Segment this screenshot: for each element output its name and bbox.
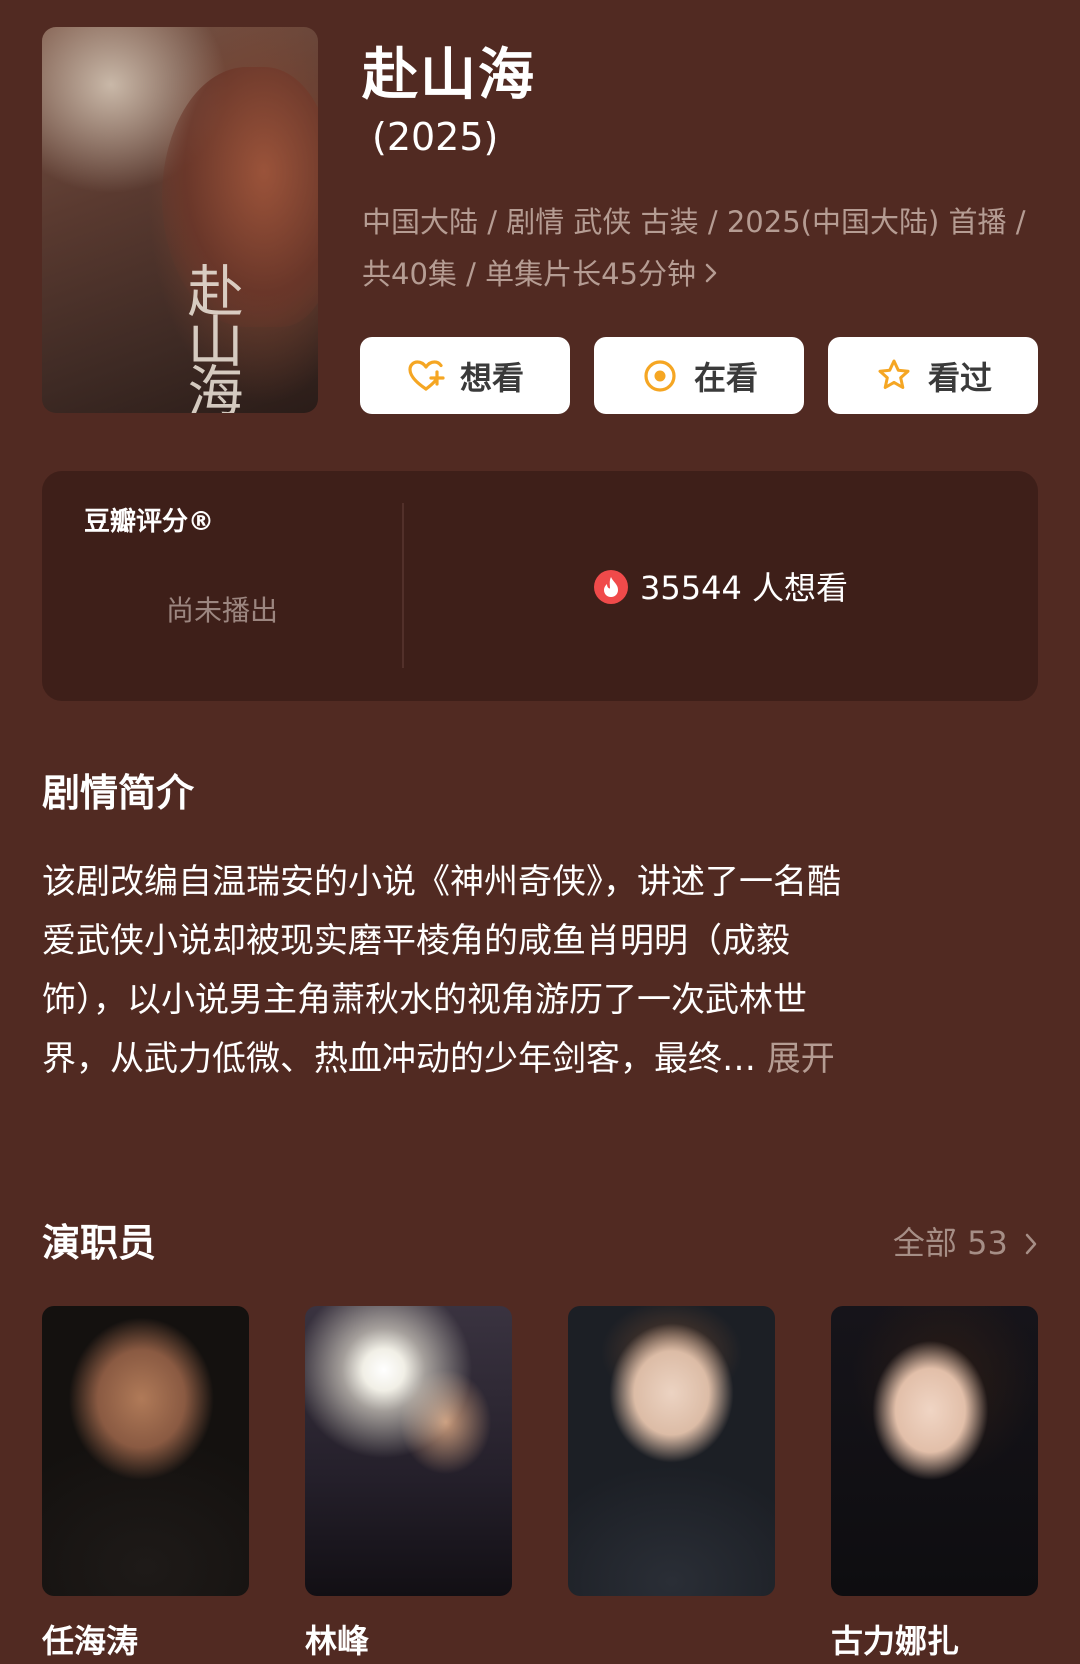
synopsis-text[interactable]: 该剧改编自温瑞安的小说《神州奇侠》，讲述了一名酷 爱武侠小说却被现实磨平棱角的咸…: [42, 853, 1022, 1089]
meta-line-2: 共40集 / 单集片长45分钟: [362, 257, 697, 291]
synopsis-line: 爱武侠小说却被现实磨平棱角的咸鱼肖明明（成毅: [42, 921, 790, 961]
chevron-right-icon: [1024, 1226, 1038, 1264]
want-to-watch-label: 想看: [459, 358, 524, 397]
cast-photo: [568, 1306, 775, 1596]
expand-link[interactable]: 展开: [756, 1039, 835, 1079]
watching-label: 在看: [693, 358, 758, 397]
cast-member[interactable]: [568, 1306, 775, 1616]
action-buttons: 想看 在看 看过: [360, 337, 1038, 414]
rating-status: 尚未播出: [165, 594, 278, 627]
cast-photo: [831, 1306, 1038, 1596]
watched-button[interactable]: 看过: [828, 337, 1038, 414]
poster-calligraphy: 赴山海: [178, 262, 243, 412]
target-circle-icon: [640, 356, 680, 396]
flame-icon: [594, 570, 628, 604]
douban-rating-label: 豆瓣评分®: [84, 507, 215, 537]
synopsis-line: 饰），以小说男主角萧秋水的视角游历了一次武林世: [42, 980, 807, 1020]
cast-photo: [305, 1306, 512, 1596]
cast-member[interactable]: 林峰: [305, 1306, 512, 1662]
cast-name: 任海涛: [42, 1622, 139, 1660]
cast-list: 任海涛 林峰 古力娜扎: [42, 1306, 1038, 1664]
meta-line-2-row: 共40集 / 单集片长45分钟: [362, 248, 1042, 302]
want-count[interactable]: 35544 人想看: [404, 563, 1038, 609]
rating-card: 豆瓣评分® 尚未播出 35544 人想看: [42, 471, 1038, 701]
watching-button[interactable]: 在看: [594, 337, 804, 414]
cast-member[interactable]: 古力娜扎: [831, 1306, 1038, 1662]
cast-all-link[interactable]: 全部 53: [893, 1218, 1038, 1264]
synopsis-line: 界，从武力低微、热血冲动的少年剑客，最终…: [42, 1039, 756, 1079]
show-title: 赴山海: [362, 43, 536, 108]
cast-all-label: 全部 53: [892, 1224, 1008, 1262]
meta-line-1: 中国大陆 / 剧情 武侠 古装 / 2025(中国大陆) 首播 /: [362, 205, 1026, 239]
star-icon: [874, 356, 914, 396]
chevron-right-icon: [704, 250, 718, 302]
cast-name: 古力娜扎: [831, 1622, 960, 1660]
synopsis-line: 该剧改编自温瑞安的小说《神州奇侠》，讲述了一名酷: [42, 862, 841, 902]
cast-photo: [42, 1306, 249, 1596]
show-meta[interactable]: 中国大陆 / 剧情 武侠 古装 / 2025(中国大陆) 首播 / 共40集 /…: [362, 196, 1042, 302]
cast-heading: 演职员: [42, 1221, 157, 1265]
synopsis-heading: 剧情简介: [42, 771, 195, 815]
want-to-watch-button[interactable]: 想看: [360, 337, 570, 414]
cast-member[interactable]: 任海涛: [42, 1306, 249, 1662]
want-count-text: 35544 人想看: [640, 569, 848, 607]
cast-name: 林峰: [305, 1622, 370, 1660]
show-year: (2025): [372, 115, 499, 159]
poster-image[interactable]: 赴山海: [42, 27, 318, 413]
watched-label: 看过: [927, 358, 992, 397]
synopsis-last-row: 界，从武力低微、热血冲动的少年剑客，最终… 展开: [42, 1030, 1022, 1089]
heart-plus-icon: [406, 356, 446, 396]
